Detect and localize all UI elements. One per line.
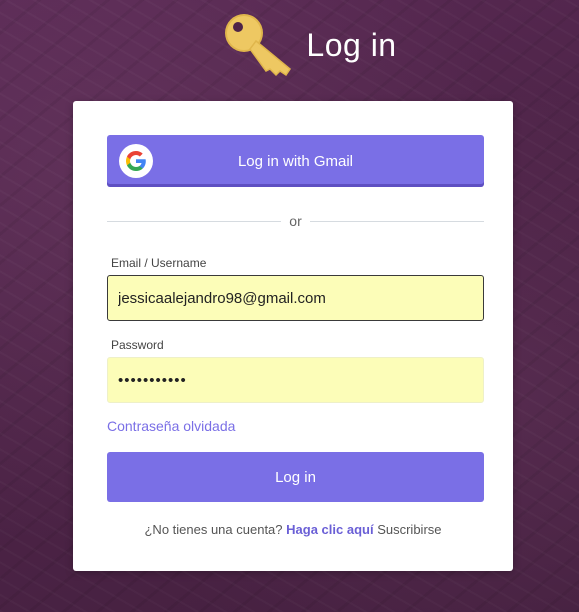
google-g-icon (119, 144, 153, 178)
header: Log in (0, 10, 579, 80)
signup-prompt: ¿No tienes una cuenta? Haga clic aquí Su… (73, 522, 513, 537)
key-icon (225, 14, 292, 77)
page-title: Log in (306, 26, 397, 63)
signup-suffix: Suscribirse (377, 522, 442, 537)
signup-question: ¿No tienes una cuenta? (144, 522, 283, 537)
password-field[interactable] (107, 357, 484, 403)
login-button[interactable]: Log in (107, 452, 484, 502)
gmail-login-button[interactable]: Log in with Gmail (107, 135, 484, 187)
gmail-button-label: Log in with Gmail (237, 152, 354, 170)
login-card: Log in with Gmail or Email / Username Pa… (73, 101, 513, 571)
signup-link[interactable]: Haga clic aquí (286, 522, 373, 537)
email-field[interactable] (107, 275, 484, 321)
or-divider: or (107, 211, 485, 231)
password-label: Password (111, 338, 164, 352)
divider-line-right (309, 220, 485, 222)
divider-text: or (289, 213, 302, 229)
forgot-password-link[interactable]: Contraseña olvidada (107, 418, 235, 434)
divider-line-left (107, 220, 282, 222)
email-label: Email / Username (111, 256, 207, 270)
